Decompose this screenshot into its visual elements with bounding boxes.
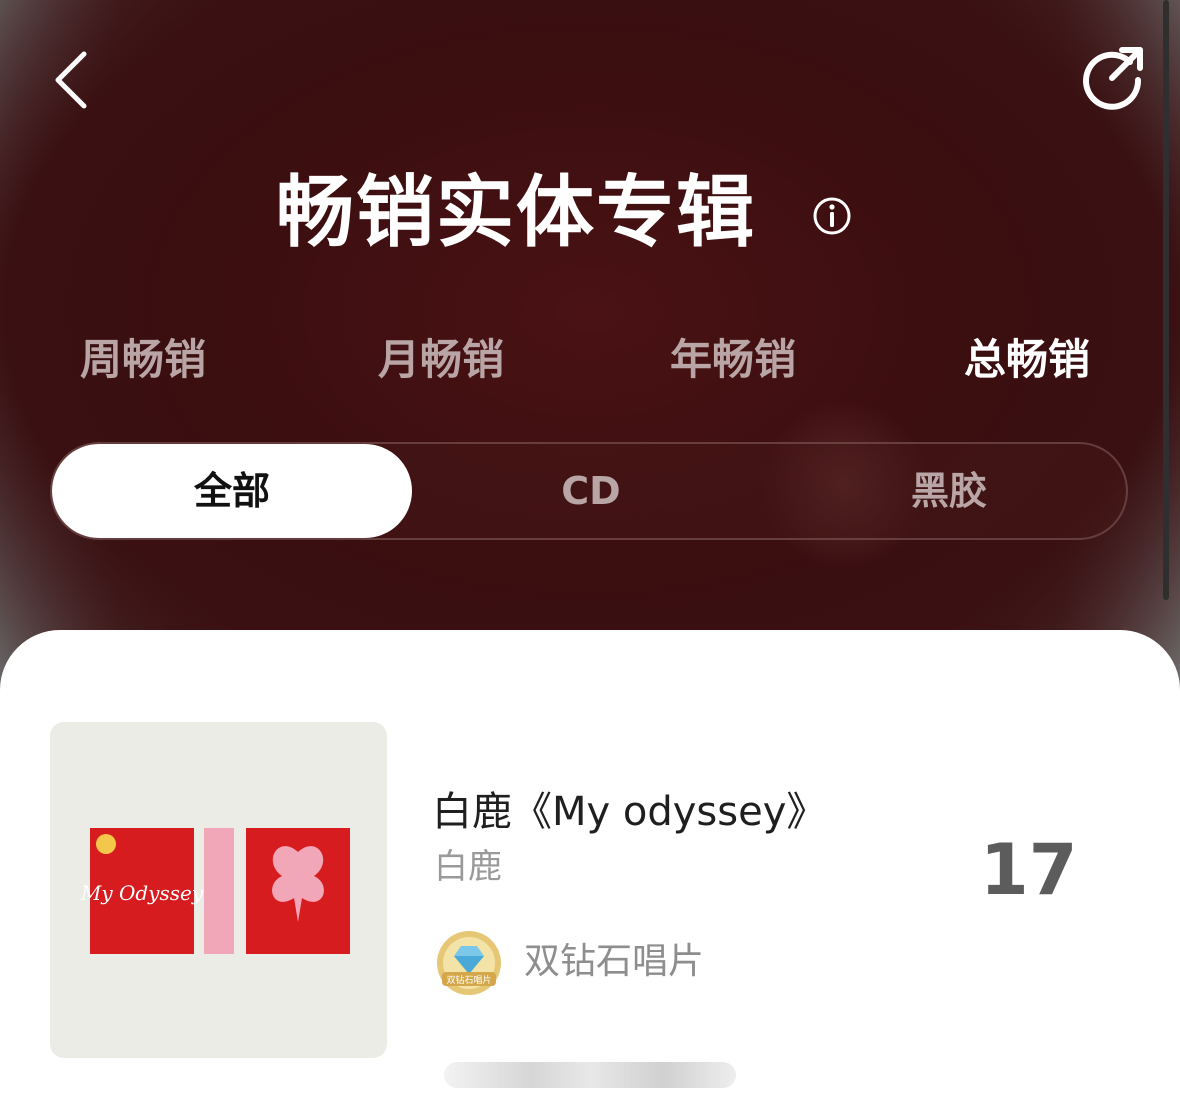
badge-icon-text: 双钻石唱片	[446, 974, 491, 986]
album-title[interactable]: 白鹿《My odyssey》	[432, 784, 826, 840]
page-title: 畅销实体专辑	[276, 168, 757, 258]
album-cover-art: My Odyssey	[80, 828, 350, 954]
tab-monthly[interactable]: 月畅销	[378, 332, 504, 388]
tab-yearly[interactable]: 年畅销	[670, 332, 796, 388]
format-tab-all[interactable]: 全部	[52, 444, 412, 538]
share-button[interactable]	[1078, 42, 1148, 112]
tab-all-time[interactable]: 总畅销	[964, 332, 1090, 388]
blurred-placeholder	[444, 1062, 736, 1088]
format-tab-cd[interactable]: CD	[412, 444, 770, 538]
album-artist[interactable]: 白鹿	[434, 844, 502, 890]
share-icon	[1083, 47, 1143, 110]
rank-number: 17	[980, 829, 1078, 911]
certification-label: 双钻石唱片	[524, 941, 705, 982]
back-button[interactable]	[52, 48, 96, 112]
tab-weekly[interactable]: 周畅销	[80, 332, 206, 388]
info-button[interactable]	[812, 196, 852, 236]
scrollbar[interactable]	[1163, 0, 1169, 600]
format-tab-vinyl[interactable]: 黑胶	[770, 444, 1128, 538]
album-cover[interactable]: My Odyssey	[50, 722, 387, 1058]
format-segmented-control: 全部 CD 黑胶	[50, 442, 1128, 540]
cover-title-text: My Odyssey	[80, 881, 204, 905]
chevron-left-icon	[55, 51, 87, 109]
diamond-badge-icon: 双钻石唱片	[434, 928, 504, 998]
info-icon	[813, 197, 851, 235]
